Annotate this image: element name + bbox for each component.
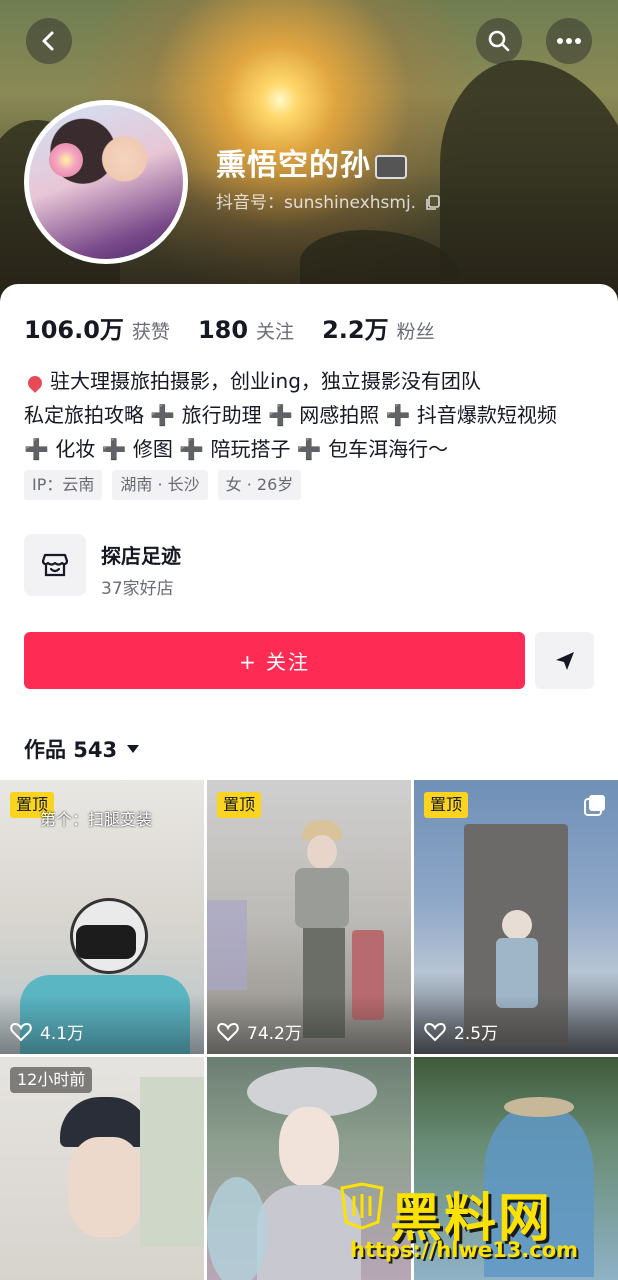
stat-label: 获赞 xyxy=(131,321,170,343)
tag-ip: IP：云南 xyxy=(24,470,103,500)
pinned-badge: 置顶 xyxy=(424,792,469,818)
watermark-url: https://hlwe13.com xyxy=(350,1238,579,1262)
heart-icon xyxy=(10,1022,32,1041)
time-badge: 12小时前 xyxy=(10,1067,93,1093)
tag-location: 湖南 · 长沙 xyxy=(112,470,208,500)
more-button[interactable] xyxy=(546,18,592,64)
site-watermark: 黑料网 https://hlwe13.com xyxy=(330,1176,618,1280)
bio-line: 驻大理摄旅拍摄影，创业ing，独立摄影没有团队 xyxy=(24,364,599,398)
multi-image-icon xyxy=(584,795,605,816)
like-count-text: 74.2万 xyxy=(247,1024,302,1044)
flower-decoration xyxy=(49,143,83,177)
shop-icon xyxy=(41,553,69,577)
copy-icon[interactable] xyxy=(425,195,441,211)
stat-label: 关注 xyxy=(256,321,295,343)
bio-line: ➕ 化妆 ➕ 修图 ➕ 陪玩搭子 ➕ 包车洱海行～ xyxy=(24,437,449,461)
like-count-text: 4.1万 xyxy=(40,1024,85,1044)
bio: 驻大理摄旅拍摄影，创业ing，独立摄影没有团队 私定旅拍攻略 ➕ 旅行助理 ➕ … xyxy=(24,364,599,466)
back-icon xyxy=(42,31,54,51)
stats-row: 106.0万 获赞 180 关注 2.2万 粉丝 xyxy=(24,310,463,345)
heart-icon xyxy=(424,1022,446,1041)
search-icon xyxy=(488,30,510,52)
avatar[interactable] xyxy=(24,100,188,264)
douyin-id-text: 抖音号：sunshinexhsmj. xyxy=(216,193,417,213)
chevron-down-icon xyxy=(127,745,140,753)
like-count-text: 2.5万 xyxy=(454,1024,499,1044)
like-count: 74.2万 xyxy=(217,1019,302,1044)
follow-button[interactable]: + 关注 xyxy=(24,632,525,689)
nickname-text: 熏悟空的孙 xyxy=(216,148,371,183)
bio-line-text: 驻大理摄旅拍摄影，创业ing，独立摄影没有团队 xyxy=(50,369,481,393)
camera-icon xyxy=(375,154,407,179)
bio-line: 私定旅拍攻略 ➕ 旅行助理 ➕ 网感拍照 ➕ 抖音爆款短视频 xyxy=(24,403,557,427)
more-icon xyxy=(557,38,581,44)
watermark-logo-icon xyxy=(340,1182,384,1230)
video-tile[interactable]: 置顶 第个：扫腿变装 4.1万 xyxy=(0,780,204,1054)
stat-following[interactable]: 180 关注 xyxy=(198,316,294,344)
tag-gender-age: 女 · 26岁 xyxy=(217,470,302,500)
video-caption: 第个：扫腿变装 xyxy=(40,810,153,829)
nickname: 熏悟空的孙 xyxy=(216,140,407,184)
search-button[interactable] xyxy=(476,18,522,64)
location-pin-icon xyxy=(25,372,45,393)
video-tile[interactable]: 置顶 74.2万 xyxy=(207,780,411,1054)
douyin-id[interactable]: 抖音号：sunshinexhsmj. xyxy=(216,188,441,213)
stat-value: 2.2万 xyxy=(322,316,389,344)
like-count: 2.5万 xyxy=(424,1019,498,1044)
back-button[interactable] xyxy=(26,18,72,64)
stat-value: 106.0万 xyxy=(24,316,124,344)
send-icon xyxy=(555,651,574,670)
video-tile[interactable]: 置顶 2.5万 xyxy=(414,780,618,1054)
works-tab[interactable]: 作品 543 xyxy=(24,734,140,764)
stat-value: 180 xyxy=(197,316,249,344)
pinned-badge: 置顶 xyxy=(217,792,262,818)
shop-visit-icon-box[interactable] xyxy=(24,534,86,596)
shop-visits-title[interactable]: 探店足迹 xyxy=(101,540,181,569)
like-count: 4.1万 xyxy=(10,1019,84,1044)
shop-visits-count: 37家好店 xyxy=(101,579,174,599)
stat-followers[interactable]: 2.2万 粉丝 xyxy=(322,310,435,345)
heart-icon xyxy=(217,1022,239,1041)
stat-likes[interactable]: 106.0万 获赞 xyxy=(24,310,170,345)
video-tile[interactable]: 12小时前 xyxy=(0,1057,204,1280)
works-label: 作品 543 xyxy=(24,738,118,762)
profile-tags: IP：云南 湖南 · 长沙 女 · 26岁 xyxy=(24,470,311,500)
stat-label: 粉丝 xyxy=(396,321,435,343)
share-button[interactable] xyxy=(535,632,594,689)
